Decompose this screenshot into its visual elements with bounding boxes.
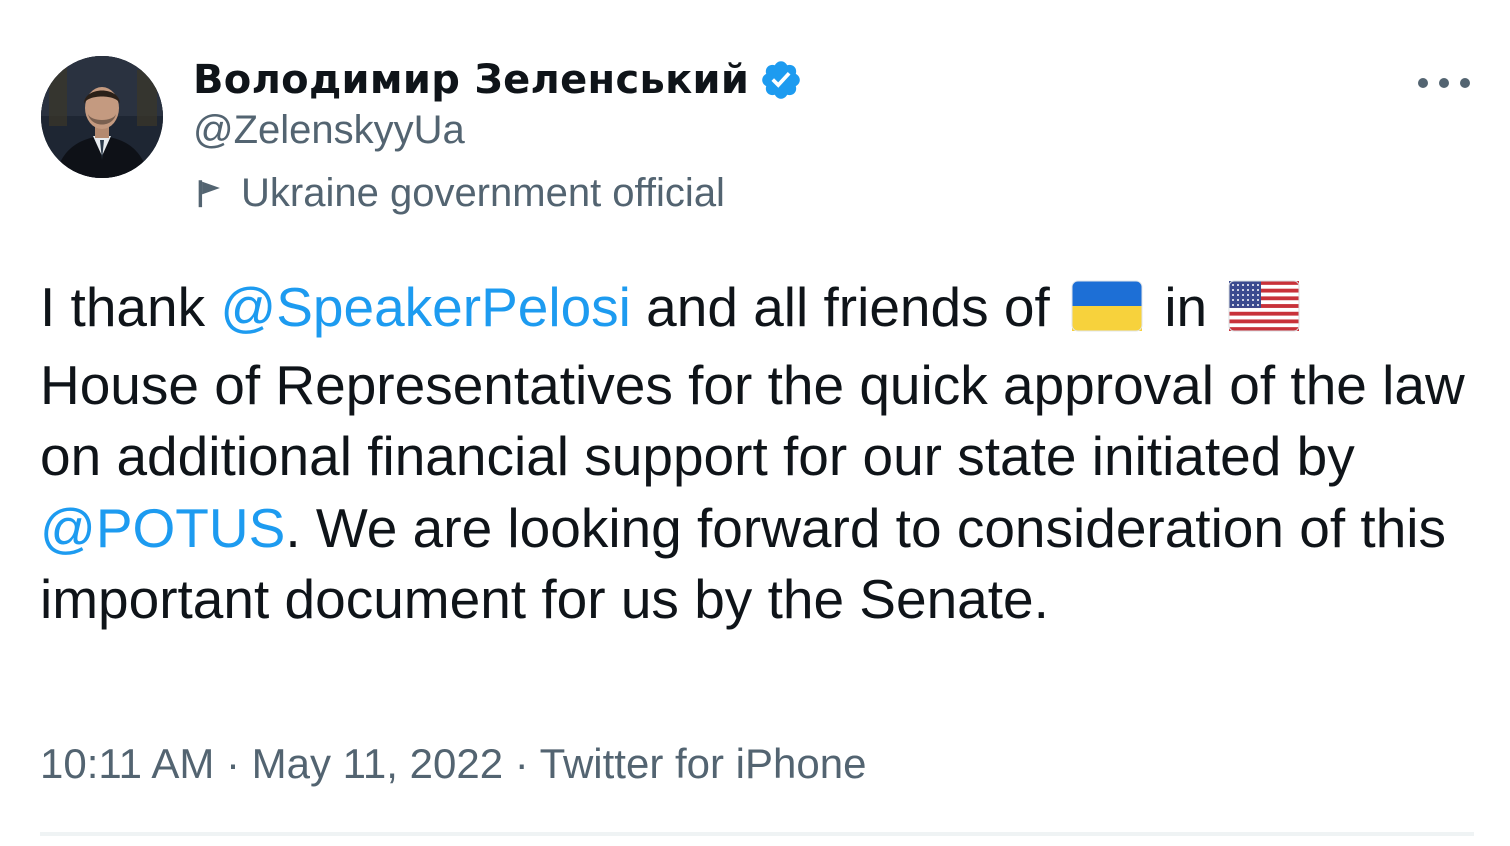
meta-separator: · xyxy=(214,740,252,787)
verified-badge-icon xyxy=(759,58,803,102)
mention-link[interactable]: @SpeakerPelosi xyxy=(220,276,631,338)
flag-ukraine-icon xyxy=(1071,278,1143,350)
avatar[interactable] xyxy=(41,56,163,178)
tweet-source[interactable]: Twitter for iPhone xyxy=(540,740,867,787)
more-dot xyxy=(1439,78,1449,88)
tweet-time[interactable]: 10:11 AM xyxy=(40,740,214,787)
tweet-text-segment: I thank xyxy=(40,276,221,338)
more-dot xyxy=(1460,78,1470,88)
tweet-text: I thank @SpeakerPelosi and all friends o… xyxy=(40,272,1480,636)
tweet-text-segment: in xyxy=(1149,276,1223,338)
meta-separator: · xyxy=(503,740,540,787)
author-handle[interactable]: @ZelenskyyUa xyxy=(193,108,465,153)
more-dot xyxy=(1418,78,1428,88)
divider xyxy=(40,832,1474,836)
avatar-image xyxy=(41,56,163,178)
tweet-card: Володимир Зеленський @ZelenskyyUa Ukrain… xyxy=(0,0,1510,846)
affiliation-label: Ukraine government official xyxy=(193,168,725,218)
tweet-date[interactable]: May 11, 2022 xyxy=(252,740,503,787)
flag-united-states-icon xyxy=(1228,278,1300,350)
mention-link[interactable]: @POTUS xyxy=(40,497,285,559)
tweet-text-segment: House of Representatives for the quick a… xyxy=(40,353,1465,488)
flag-icon xyxy=(193,176,227,210)
government-label-text: Ukraine government official xyxy=(241,170,725,215)
author-name-row: Володимир Зеленський xyxy=(193,52,803,108)
tweet-meta: 10:11 AM · May 11, 2022 · Twitter for iP… xyxy=(40,740,866,788)
more-options-icon[interactable] xyxy=(1418,66,1470,100)
author-display-name[interactable]: Володимир Зеленський xyxy=(193,57,749,103)
tweet-text-segment: and all friends of xyxy=(630,276,1066,338)
